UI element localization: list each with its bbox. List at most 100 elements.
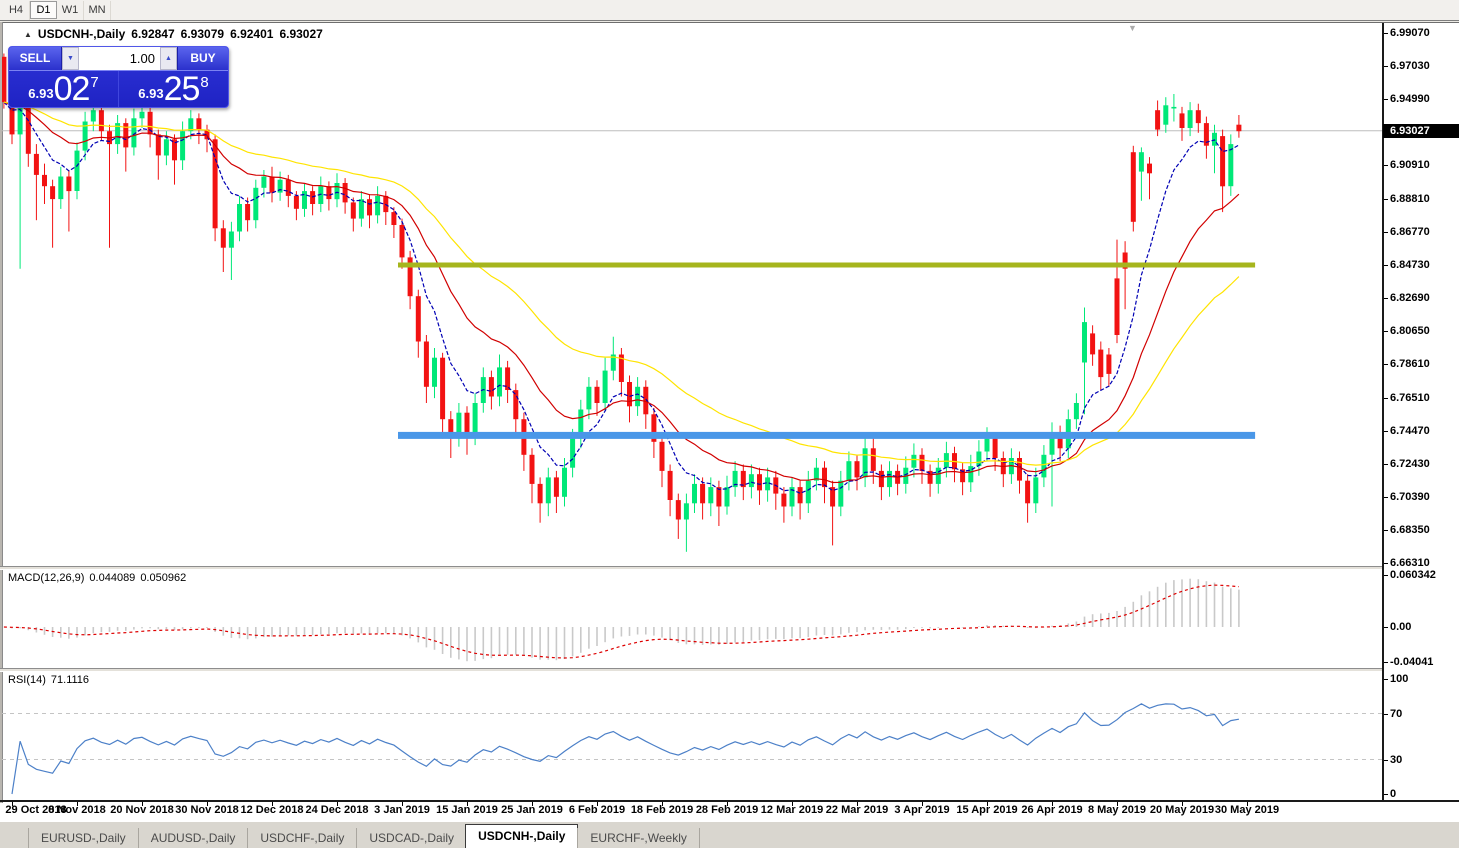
chart-close-value: 6.93027: [279, 27, 323, 41]
buy-price-small: 6.93: [138, 86, 164, 101]
timeframe-toolbar: H4 D1 W1 MN: [0, 0, 1459, 21]
date-tick: [337, 802, 338, 806]
axis-label: 0.060342: [1390, 568, 1436, 581]
timeframe-button-mn[interactable]: MN: [84, 0, 111, 20]
date-tick: [1247, 802, 1248, 806]
date-tick: [662, 802, 663, 806]
timeframe-button-d1[interactable]: D1: [30, 1, 57, 19]
pane-separator[interactable]: [0, 566, 1459, 570]
axis-label: 6.94990: [1390, 93, 1430, 105]
axis-tick: [1384, 298, 1388, 299]
axis-label: 6.84730: [1390, 258, 1430, 271]
axis-label: 6.82690: [1390, 292, 1430, 304]
date-tick: [597, 802, 598, 806]
collapse-panel-icon[interactable]: ▲: [24, 30, 32, 39]
buy-button[interactable]: BUY: [177, 47, 228, 70]
axis-tick: [1384, 574, 1388, 576]
sell-button[interactable]: SELL: [9, 47, 62, 70]
macd-value-1: 0.044089: [89, 572, 136, 584]
symbol-tab-bar: EURUSD-,Daily AUDUSD-,Daily USDCHF-,Daily U…: [0, 821, 1459, 848]
hline-resistance: [398, 262, 1256, 268]
tab-usdcnh-daily[interactable]: USDCNH-,Daily: [465, 824, 579, 848]
date-tick: [727, 802, 728, 806]
date-tick: [1052, 802, 1053, 806]
tab-eurusd-daily[interactable]: EURUSD-,Daily: [28, 828, 138, 848]
axis-label: 6.78610: [1390, 358, 1430, 370]
date-tick: [272, 802, 273, 806]
one-click-trading-panel: SELL ▼ ▲ BUY 6.93 02 7 6.93 25 8: [8, 46, 229, 108]
sell-price-small: 6.93: [28, 86, 54, 101]
axis-label: 6.99070: [1390, 27, 1430, 39]
macd-label: MACD(12,26,9): [8, 572, 85, 584]
macd-value-2: 0.050962: [140, 572, 187, 584]
volume-input[interactable]: [79, 47, 160, 70]
axis-tick: [1384, 264, 1388, 266]
date-axis[interactable]: 29 Oct 2018 8 Nov 2018 20 Nov 2018 30 Nov 2…: [0, 803, 1459, 820]
axis-tick: [1384, 529, 1388, 531]
date-tick: [402, 802, 403, 806]
axis-tick: [1384, 364, 1388, 365]
buy-price-big: 25: [163, 70, 201, 108]
macd-label-row: MACD(12,26,9) 0.044089 0.050962: [8, 572, 186, 584]
axis-label: 30: [1390, 753, 1403, 766]
date-tick: [142, 802, 143, 806]
timeframe-button-w1[interactable]: W1: [57, 0, 84, 20]
axis-tick: [1384, 198, 1388, 200]
tab-usdchf-daily[interactable]: USDCHF-,Daily: [247, 828, 356, 848]
axis-label: 6.80650: [1390, 325, 1430, 337]
date-tick: [532, 802, 533, 806]
spinner-up-icon: ▲: [165, 55, 172, 62]
axis-tick: [1384, 759, 1388, 761]
axis-label: 6.68350: [1390, 523, 1430, 536]
sell-price[interactable]: 6.93 02 7: [9, 71, 118, 107]
macd-pane[interactable]: [2, 570, 1383, 668]
rsi-label-row: RSI(14) 71.1116: [8, 674, 89, 686]
tab-audusd-daily[interactable]: AUDUSD-,Daily: [137, 828, 248, 848]
current-price-tag: 6.93027: [1383, 123, 1459, 138]
chart-title: ▲ USDCNH-,Daily 6.92847 6.93079 6.92401 …: [24, 27, 323, 41]
buy-price-sup: 8: [200, 74, 209, 91]
chart-low-value: 6.92401: [230, 27, 274, 41]
date-tick: [922, 802, 923, 806]
chart-symbol-label: USDCNH-,Daily: [37, 27, 126, 41]
axis-tick: [1384, 627, 1388, 628]
date-tick: [207, 802, 208, 806]
volume-decrease-button[interactable]: ▼: [62, 47, 79, 70]
buy-price[interactable]: 6.93 25 8: [118, 71, 228, 107]
axis-tick: [1384, 794, 1388, 795]
axis-label: -0.04041: [1390, 655, 1434, 668]
axis-tick: [1384, 463, 1388, 465]
date-tick: [1182, 802, 1183, 806]
volume-increase-button[interactable]: ▲: [160, 47, 177, 70]
pane-separator[interactable]: [0, 668, 1459, 672]
date-tick: [1117, 802, 1118, 806]
axis-label: 6.72430: [1390, 457, 1430, 470]
price-axis[interactable]: 6.99070 6.97030 6.94990 6.90910 6.88810 6.867…: [1384, 23, 1459, 802]
chart-open-value: 6.92847: [131, 27, 175, 41]
tab-usdcad-daily[interactable]: USDCAD-,Daily: [356, 828, 466, 848]
axis-label: 6.76510: [1390, 391, 1430, 404]
tab-eurchf-weekly[interactable]: EURCHF-,Weekly: [577, 828, 700, 848]
axis-tick: [1384, 331, 1388, 332]
axis-tick: [1384, 563, 1388, 564]
chart-shift-icon[interactable]: ▼: [1128, 23, 1137, 33]
spinner-down-icon: ▼: [67, 55, 74, 62]
axis-label: 100: [1390, 673, 1409, 685]
axis-tick: [1384, 33, 1388, 34]
axis-tick: [1384, 496, 1388, 498]
date-tick: [467, 802, 468, 806]
axis-tick: [1384, 397, 1388, 399]
axis-label: 6.97030: [1390, 60, 1430, 72]
rsi-label: RSI(14): [8, 674, 46, 686]
axis-label: 6.90910: [1390, 159, 1430, 171]
sell-price-big: 02: [53, 70, 91, 108]
chart-high-value: 6.93079: [180, 27, 225, 41]
axis-tick: [1384, 231, 1388, 233]
timeframe-button-h4[interactable]: H4: [3, 0, 30, 20]
axis-label: 6.86770: [1390, 225, 1430, 238]
date-tick: [987, 802, 988, 806]
date-axis-border: [0, 800, 1459, 802]
date-tick: [77, 802, 78, 806]
rsi-pane[interactable]: [2, 672, 1383, 800]
hline-support: [398, 431, 1256, 439]
